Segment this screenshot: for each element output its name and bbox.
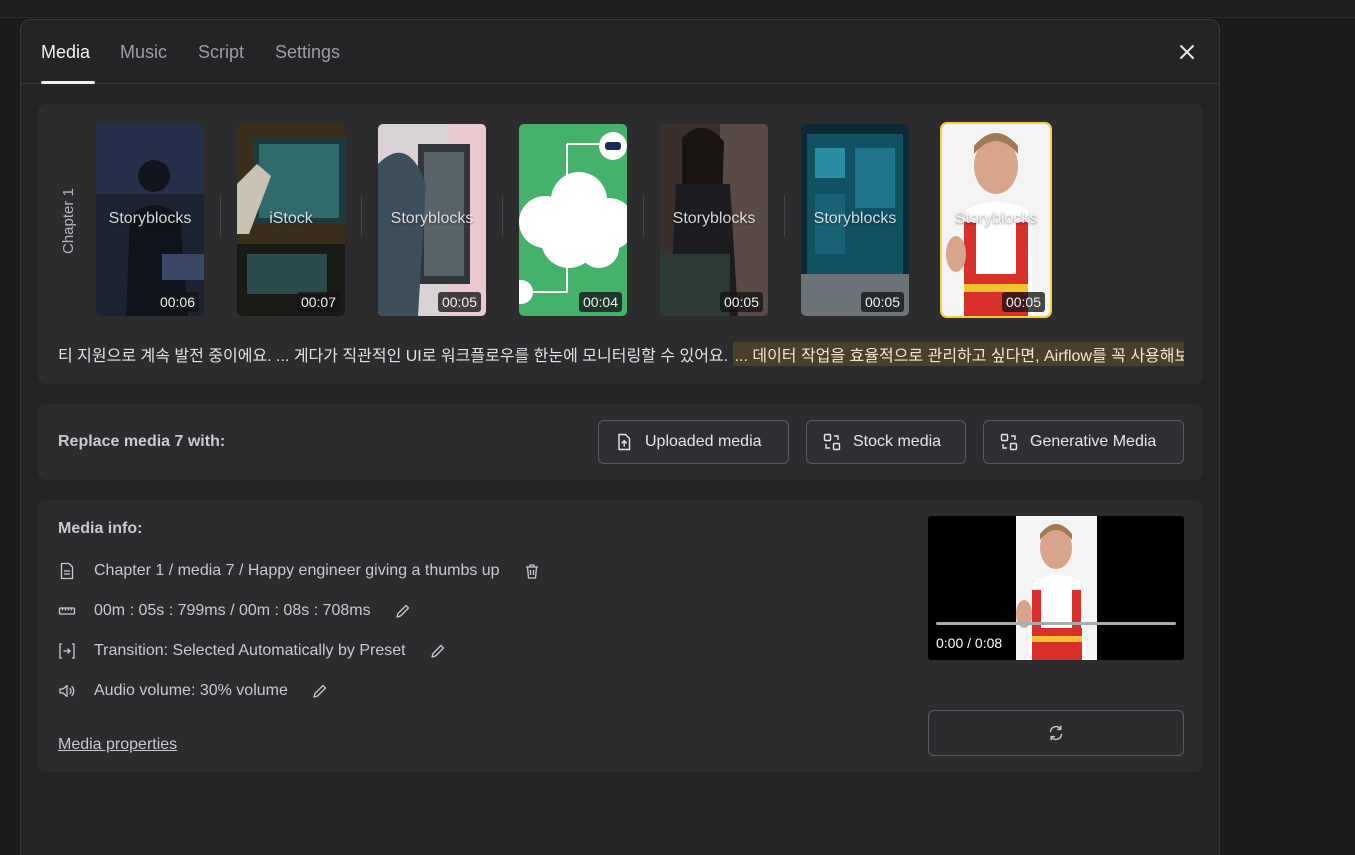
thumbnail-source: Storyblocks <box>813 210 897 227</box>
media-timing-row: 00m : 05s : 799ms / 00m : 08s : 708ms <box>58 602 411 620</box>
upload-file-icon <box>618 433 631 451</box>
uploaded-media-label: Uploaded media <box>645 433 762 450</box>
thumbnail-source: Storyblocks <box>954 210 1038 227</box>
thumbnail-source: Storyblocks <box>108 210 192 227</box>
edit-pencil-icon[interactable] <box>312 683 328 699</box>
document-icon <box>60 562 74 580</box>
transition-row: Transition: Selected Automatically by Pr… <box>58 642 446 660</box>
replace-media-label: Replace media 7 with: <box>58 433 226 450</box>
divider <box>361 196 362 236</box>
ruler-icon <box>58 607 76 615</box>
media-panel: Media Music Script Settings Chapter 1 St… <box>20 19 1220 855</box>
generative-media-button[interactable]: Generative Media <box>983 420 1184 464</box>
tab-bar: Media Music Script Settings <box>21 20 1219 84</box>
thumbnail-image <box>519 124 627 316</box>
preview-video-frame <box>1016 516 1097 660</box>
media-thumbnail-6[interactable]: Storyblocks 00:05 <box>801 124 909 316</box>
swap-media-icon <box>1000 433 1018 451</box>
replace-media-card: Replace media 7 with: Uploaded media Sto… <box>38 404 1203 480</box>
stock-media-button[interactable]: Stock media <box>806 420 966 464</box>
edit-pencil-icon[interactable] <box>395 603 411 619</box>
divider <box>220 196 221 236</box>
script-text-highlighted[interactable]: ... 데이터 작업을 효율적으로 관리하고 싶다면, Airflow를 꼭 사… <box>732 342 1184 366</box>
thumbnail-duration: 00:05 <box>437 292 481 312</box>
uploaded-media-button[interactable]: Uploaded media <box>598 420 789 464</box>
divider <box>643 196 644 236</box>
thumbnail-duration: 00:07 <box>296 292 340 312</box>
chapter-label: Chapter 1 <box>60 188 77 254</box>
generative-media-label: Generative Media <box>1030 433 1157 450</box>
transition-text: Transition: Selected Automatically by Pr… <box>94 642 406 659</box>
video-progress-track[interactable] <box>936 622 1176 625</box>
trash-icon[interactable] <box>524 563 540 579</box>
tab-script[interactable]: Script <box>198 42 244 63</box>
video-time: 0:00 / 0:08 <box>936 635 1003 651</box>
media-thumbnail-1[interactable]: Storyblocks 00:06 <box>96 124 204 316</box>
close-icon[interactable] <box>1177 42 1197 62</box>
divider <box>784 196 785 236</box>
thumbnail-source: iStock <box>269 210 313 227</box>
media-thumbnail-5[interactable]: Storyblocks 00:05 <box>660 124 768 316</box>
media-path-row: Chapter 1 / media 7 / Happy engineer giv… <box>58 562 540 580</box>
media-timing: 00m : 05s : 799ms / 00m : 08s : 708ms <box>94 602 371 619</box>
thumbnail-duration: 00:05 <box>860 292 904 312</box>
script-text-normal: 티 지원으로 계속 발전 중이에요. ... 게다가 직관적인 UI로 워크플로… <box>58 348 729 365</box>
media-info-title: Media info: <box>58 520 143 537</box>
audio-volume-row: Audio volume: 30% volume <box>58 682 328 700</box>
script-text: 티 지원으로 계속 발전 중이에요. ... 게다가 직관적인 UI로 워크플로… <box>58 342 1184 366</box>
refresh-icon <box>1049 725 1063 741</box>
media-info-card: Media info: Chapter 1 / media 7 / Happy … <box>38 500 1203 772</box>
tab-music[interactable]: Music <box>120 42 167 63</box>
thumbnail-duration: 00:04 <box>578 292 622 312</box>
edit-pencil-icon[interactable] <box>430 643 446 659</box>
thumbnail-duration: 00:06 <box>155 292 199 312</box>
tab-media[interactable]: Media <box>41 42 90 63</box>
tab-settings[interactable]: Settings <box>275 42 340 63</box>
media-thumbnail-3[interactable]: Storyblocks 00:05 <box>378 124 486 316</box>
thumbnail-source: Storyblocks <box>390 210 474 227</box>
media-path: Chapter 1 / media 7 / Happy engineer giv… <box>94 562 500 579</box>
media-thumbnail-4[interactable]: 00:04 <box>519 124 627 316</box>
divider <box>502 196 503 236</box>
thumbnail-source: Storyblocks <box>672 210 756 227</box>
thumbnail-duration: 00:05 <box>1001 292 1045 312</box>
video-preview-player[interactable]: 0:00 / 0:08 <box>928 516 1184 660</box>
media-properties-link[interactable]: Media properties <box>58 736 177 754</box>
media-thumbnail-7[interactable]: Storyblocks 00:05 <box>940 122 1052 318</box>
active-tab-indicator <box>41 81 95 84</box>
transition-icon <box>59 643 75 659</box>
refresh-preview-button[interactable] <box>928 710 1184 756</box>
audio-volume-text: Audio volume: 30% volume <box>94 682 288 699</box>
chapter-card: Chapter 1 Storyblocks 00:06 iStock 00:07… <box>38 104 1203 384</box>
swap-media-icon <box>823 433 841 451</box>
stock-media-label: Stock media <box>853 433 942 450</box>
thumbnail-duration: 00:05 <box>719 292 763 312</box>
speaker-icon <box>59 684 75 698</box>
media-thumbnail-2[interactable]: iStock 00:07 <box>237 124 345 316</box>
top-bar <box>0 0 1355 18</box>
